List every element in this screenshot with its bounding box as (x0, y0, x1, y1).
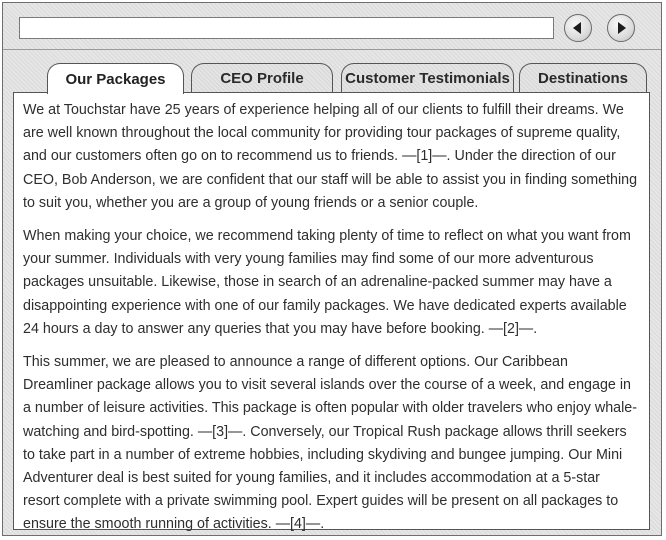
browser-window: Our Packages CEO Profile Customer Testim… (2, 2, 662, 536)
forward-button[interactable] (607, 14, 635, 42)
paragraph-intro: We at Touchstar have 25 years of experie… (23, 102, 638, 211)
paragraph-choosing: When making your choice, we recommend ta… (23, 228, 631, 337)
back-button[interactable] (564, 14, 592, 42)
arrow-left-icon (573, 22, 581, 34)
address-bar[interactable] (19, 17, 554, 39)
tab-customer-testimonials[interactable]: Customer Testimonials (341, 63, 514, 93)
tab-destinations[interactable]: Destinations (519, 63, 647, 93)
paragraph-summer-options: This summer, we are pleased to announce … (23, 354, 638, 533)
arrow-right-icon (618, 22, 626, 34)
toolbar-divider (3, 49, 661, 50)
content-panel: We at Touchstar have 25 years of experie… (13, 92, 650, 532)
tab-our-packages[interactable]: Our Packages (47, 63, 184, 94)
tab-ceo-profile[interactable]: CEO Profile (191, 63, 333, 93)
